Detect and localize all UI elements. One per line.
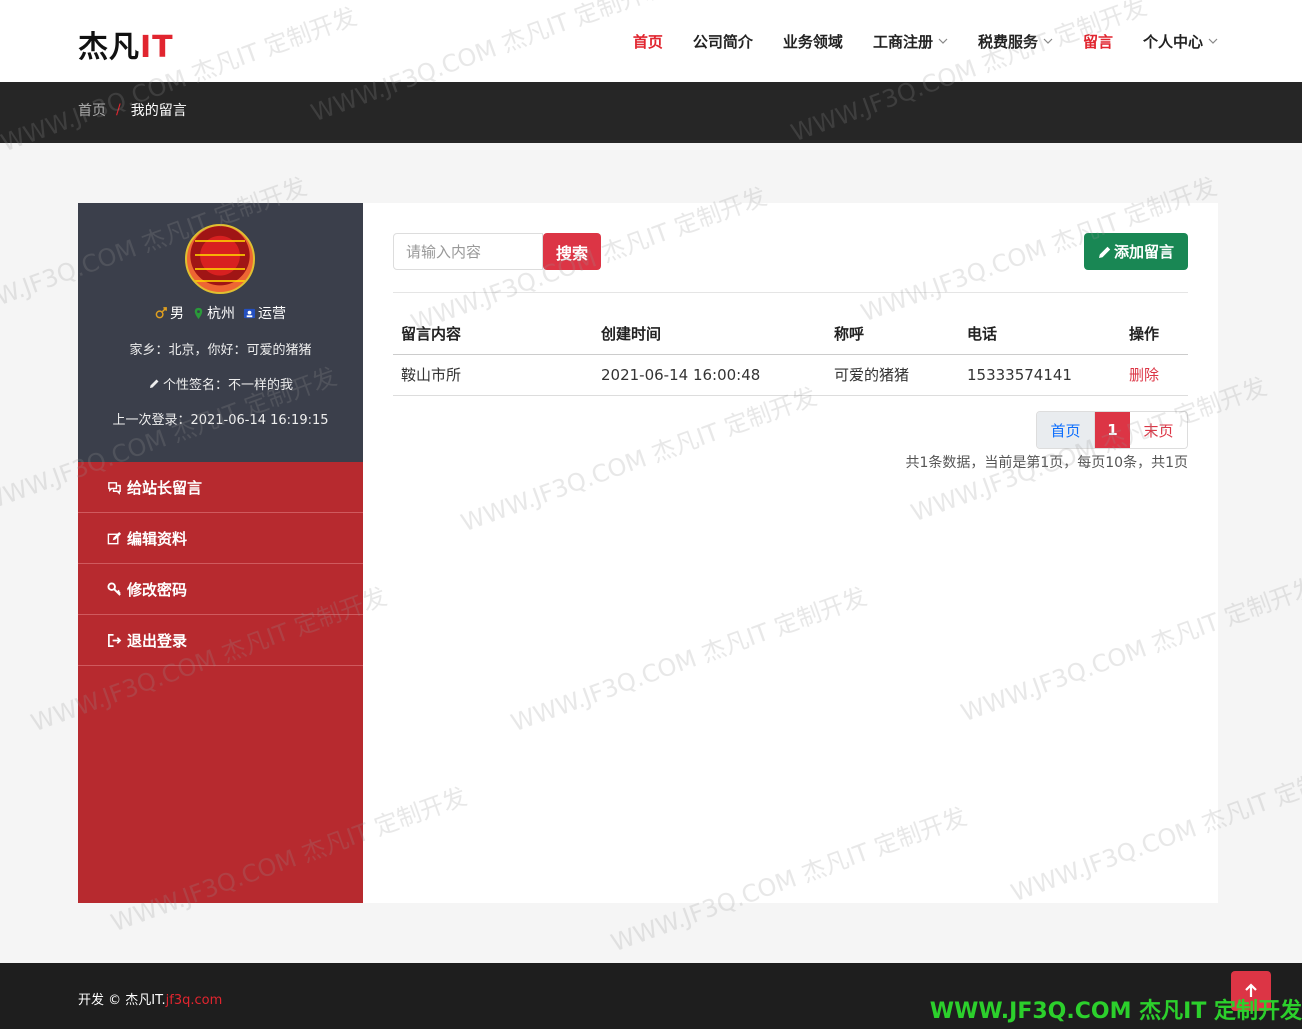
- page-last[interactable]: 末页: [1130, 412, 1187, 448]
- col-created: 创建时间: [593, 314, 826, 355]
- site-logo[interactable]: 杰凡IT: [78, 22, 174, 66]
- id-card-icon: [243, 308, 256, 318]
- breadcrumb: 首页 / 我的留言: [78, 100, 187, 120]
- location-icon: [194, 307, 203, 319]
- breadcrumb-band: 首页 / 我的留言: [0, 82, 1302, 143]
- chevron-down-icon: [938, 38, 948, 44]
- table-header-row: 留言内容 创建时间 称呼 电话 操作: [393, 314, 1188, 355]
- role-tag: 运营: [243, 303, 286, 323]
- sidebar-item-change-password[interactable]: 修改密码: [78, 564, 363, 615]
- logo-accent: IT: [140, 30, 174, 65]
- key-icon: [107, 581, 121, 596]
- watermark-banner: WWW.JF3Q.COM 杰凡IT 定制开发: [929, 999, 1302, 1024]
- page-current[interactable]: 1: [1095, 412, 1130, 448]
- col-action: 操作: [1121, 314, 1188, 355]
- logo-text: 杰凡: [78, 30, 140, 65]
- site-header: 杰凡IT 首页 公司简介 业务领域 工商注册 税费服务 留言 个人中心: [0, 0, 1302, 82]
- pagination: 首页 1 末页: [1036, 411, 1188, 449]
- profile-card: 男 杭州 运营 家乡：北京，你好：可爱的猪猪 个性签名：不一样的我 上一次登录：…: [78, 203, 363, 462]
- gender-icon: [155, 306, 167, 318]
- footer-site-link[interactable]: jf3q.com: [166, 993, 223, 1008]
- avatar: [185, 224, 255, 294]
- last-login-line: 上一次登录：2021-06-14 16:19:15: [112, 413, 329, 428]
- nav-registration[interactable]: 工商注册: [873, 31, 948, 52]
- sidebar-item-logout[interactable]: 退出登录: [78, 615, 363, 666]
- breadcrumb-home[interactable]: 首页: [78, 100, 106, 120]
- gender-tag: 男: [155, 303, 184, 323]
- copyright: 开发 © 杰凡IT.jf3q.com: [78, 993, 223, 1008]
- user-sidebar: 男 杭州 运营 家乡：北京，你好：可爱的猪猪 个性签名：不一样的我 上一次登录：…: [78, 203, 363, 903]
- pencil-icon: [1098, 246, 1111, 258]
- nav-profile[interactable]: 个人中心: [1143, 31, 1218, 52]
- message-panel: 搜索 添加留言 留言内容 创建时间 称呼 电话 操作 鞍山市所 2021-06-…: [363, 203, 1218, 903]
- pagination-info: 共1条数据，当前是第1页，每页10条，共1页: [905, 455, 1188, 471]
- sidebar-item-edit-profile[interactable]: 编辑资料: [78, 513, 363, 564]
- nav-business[interactable]: 业务领域: [783, 31, 843, 52]
- cell-phone: 15333574141: [959, 354, 1121, 396]
- edit-icon: [107, 531, 122, 544]
- nav-about[interactable]: 公司简介: [693, 31, 753, 52]
- sidebar-menu: 给站长留言 编辑资料 修改密码 退出登录: [78, 462, 363, 666]
- comments-icon: [108, 481, 121, 495]
- col-content: 留言内容: [393, 314, 593, 355]
- divider: [393, 292, 1188, 293]
- main-nav: 首页 公司简介 业务领域 工商注册 税费服务 留言 个人中心: [603, 0, 1218, 82]
- search-button[interactable]: 搜索: [543, 233, 601, 270]
- hometown-line: 家乡：北京，你好：可爱的猪猪: [129, 343, 312, 358]
- message-table: 留言内容 创建时间 称呼 电话 操作 鞍山市所 2021-06-14 16:00…: [393, 314, 1188, 396]
- sign-out-icon: [108, 633, 122, 647]
- page-first[interactable]: 首页: [1037, 412, 1095, 448]
- site-footer: 开发 © 杰凡IT.jf3q.com WWW.JF3Q.COM 杰凡IT 定制开…: [0, 963, 1302, 1029]
- city-tag: 杭州: [192, 303, 235, 323]
- nav-message[interactable]: 留言: [1083, 31, 1113, 52]
- pencil-icon: [149, 379, 159, 388]
- chevron-down-icon: [1208, 38, 1218, 44]
- signature-line: 个性签名：不一样的我: [78, 374, 363, 393]
- cell-name: 可爱的猪猪: [826, 354, 959, 396]
- breadcrumb-separator: /: [116, 102, 121, 118]
- chevron-down-icon: [1043, 38, 1053, 44]
- col-name: 称呼: [826, 314, 959, 355]
- search-input[interactable]: [393, 233, 543, 270]
- col-phone: 电话: [959, 314, 1121, 355]
- cell-action: 删除: [1121, 354, 1188, 396]
- sidebar-item-message-admin[interactable]: 给站长留言: [78, 462, 363, 513]
- cell-content: 鞍山市所: [393, 354, 593, 396]
- add-message-button[interactable]: 添加留言: [1084, 233, 1188, 270]
- nav-tax[interactable]: 税费服务: [978, 31, 1053, 52]
- delete-link[interactable]: 删除: [1129, 366, 1159, 384]
- breadcrumb-current: 我的留言: [130, 103, 187, 119]
- cell-created: 2021-06-14 16:00:48: [593, 354, 826, 396]
- nav-home[interactable]: 首页: [633, 31, 663, 52]
- table-row: 鞍山市所 2021-06-14 16:00:48 可爱的猪猪 153335741…: [393, 354, 1188, 396]
- profile-tags: 男 杭州 运营: [78, 303, 363, 323]
